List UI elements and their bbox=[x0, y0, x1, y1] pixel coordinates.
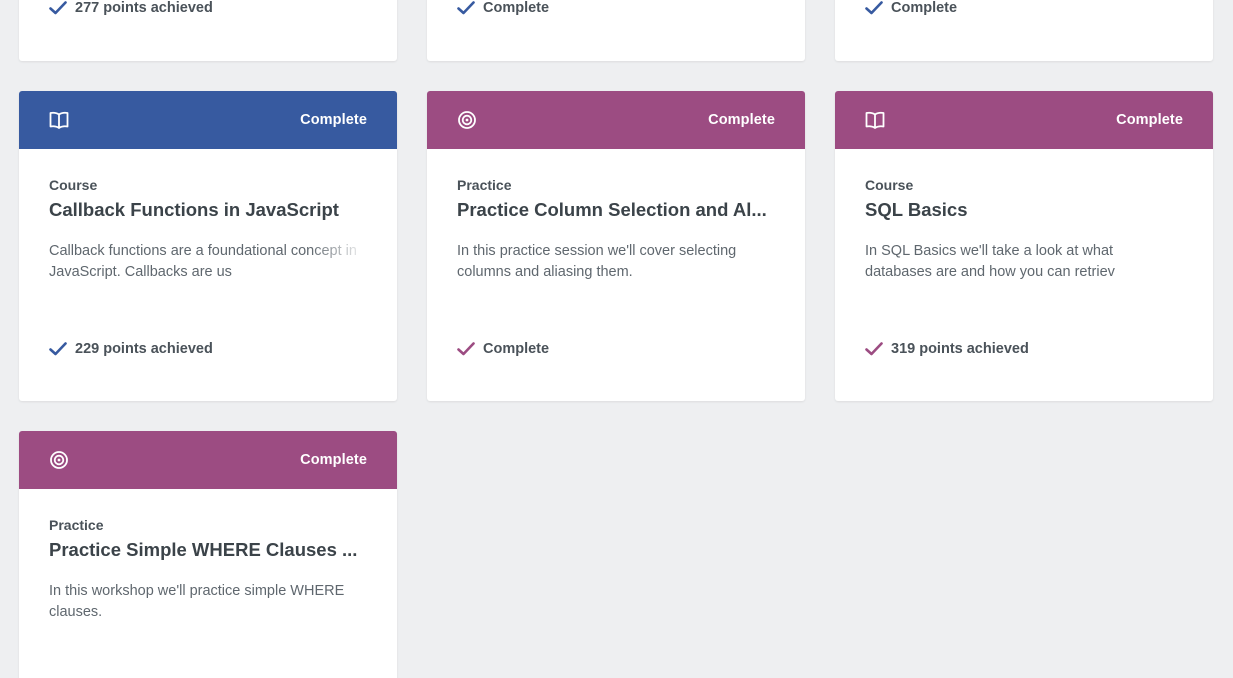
card-body: Course Callback Functions in JavaScript … bbox=[19, 149, 397, 283]
footer-text: Complete bbox=[483, 0, 550, 16]
card-title[interactable]: Practice Column Selection and Al... bbox=[457, 199, 775, 221]
status-label: Complete bbox=[708, 112, 775, 128]
course-card[interactable]: 277 points achieved bbox=[19, 0, 397, 61]
card-header: Complete bbox=[19, 431, 397, 489]
course-card-callback-functions[interactable]: Complete Course Callback Functions in Ja… bbox=[19, 91, 397, 401]
card-footer: 277 points achieved bbox=[49, 0, 213, 16]
card-description: In this workshop we'll practice simple W… bbox=[49, 583, 345, 620]
target-icon bbox=[457, 110, 477, 130]
card-footer: Complete bbox=[457, 341, 549, 357]
card-body: Course SQL Basics In SQL Basics we'll ta… bbox=[835, 149, 1213, 283]
check-icon bbox=[49, 0, 67, 16]
footer-text: Complete bbox=[891, 0, 958, 16]
course-card-sql-basics[interactable]: Complete Course SQL Basics In SQL Basics… bbox=[835, 91, 1213, 401]
check-icon bbox=[457, 341, 475, 357]
status-label: Complete bbox=[300, 112, 367, 128]
footer-text: 277 points achieved bbox=[75, 0, 213, 16]
card-footer: 229 points achieved bbox=[49, 341, 213, 357]
practice-card-column-selection[interactable]: Complete Practice Practice Column Select… bbox=[427, 91, 805, 401]
card-header: Complete bbox=[19, 91, 397, 149]
practice-card-where-clauses[interactable]: Complete Practice Practice Simple WHERE … bbox=[19, 431, 397, 678]
card-kind: Practice bbox=[49, 517, 104, 533]
card-body: Practice Practice Column Selection and A… bbox=[427, 149, 805, 283]
check-icon bbox=[49, 341, 67, 357]
content-grid: 277 points achieved Complete Complete Co… bbox=[0, 0, 1233, 678]
card-footer: 319 points achieved bbox=[865, 341, 1029, 357]
card-header: Complete bbox=[835, 91, 1213, 149]
check-icon bbox=[865, 0, 883, 16]
points-achieved: 229 points achieved bbox=[75, 341, 213, 357]
card-kind: Course bbox=[49, 177, 98, 193]
check-icon bbox=[457, 0, 475, 16]
check-icon bbox=[865, 341, 883, 357]
card-title[interactable]: SQL Basics bbox=[865, 199, 1183, 221]
card-header: Complete bbox=[427, 91, 805, 149]
card-footer: Complete bbox=[457, 0, 549, 16]
card-footer: Complete bbox=[865, 0, 957, 16]
card-title[interactable]: Practice Simple WHERE Clauses ... bbox=[49, 539, 367, 561]
course-card[interactable]: Complete bbox=[427, 0, 805, 61]
card-body: Practice Practice Simple WHERE Clauses .… bbox=[19, 489, 397, 623]
card-description: Callback functions are a foundational co… bbox=[49, 243, 357, 280]
points-achieved: 319 points achieved bbox=[891, 341, 1029, 357]
completion-status: Complete bbox=[483, 341, 550, 357]
card-title[interactable]: Callback Functions in JavaScript bbox=[49, 199, 367, 221]
book-icon bbox=[49, 110, 69, 130]
status-label: Complete bbox=[300, 452, 367, 468]
card-description: In this practice session we'll cover sel… bbox=[457, 243, 737, 280]
card-kind: Course bbox=[865, 177, 914, 193]
course-card[interactable]: Complete bbox=[835, 0, 1213, 61]
status-label: Complete bbox=[1116, 112, 1183, 128]
card-kind: Practice bbox=[457, 177, 512, 193]
book-icon bbox=[865, 110, 885, 130]
target-icon bbox=[49, 450, 69, 470]
card-description: In SQL Basics we'll take a look at what … bbox=[865, 243, 1115, 280]
